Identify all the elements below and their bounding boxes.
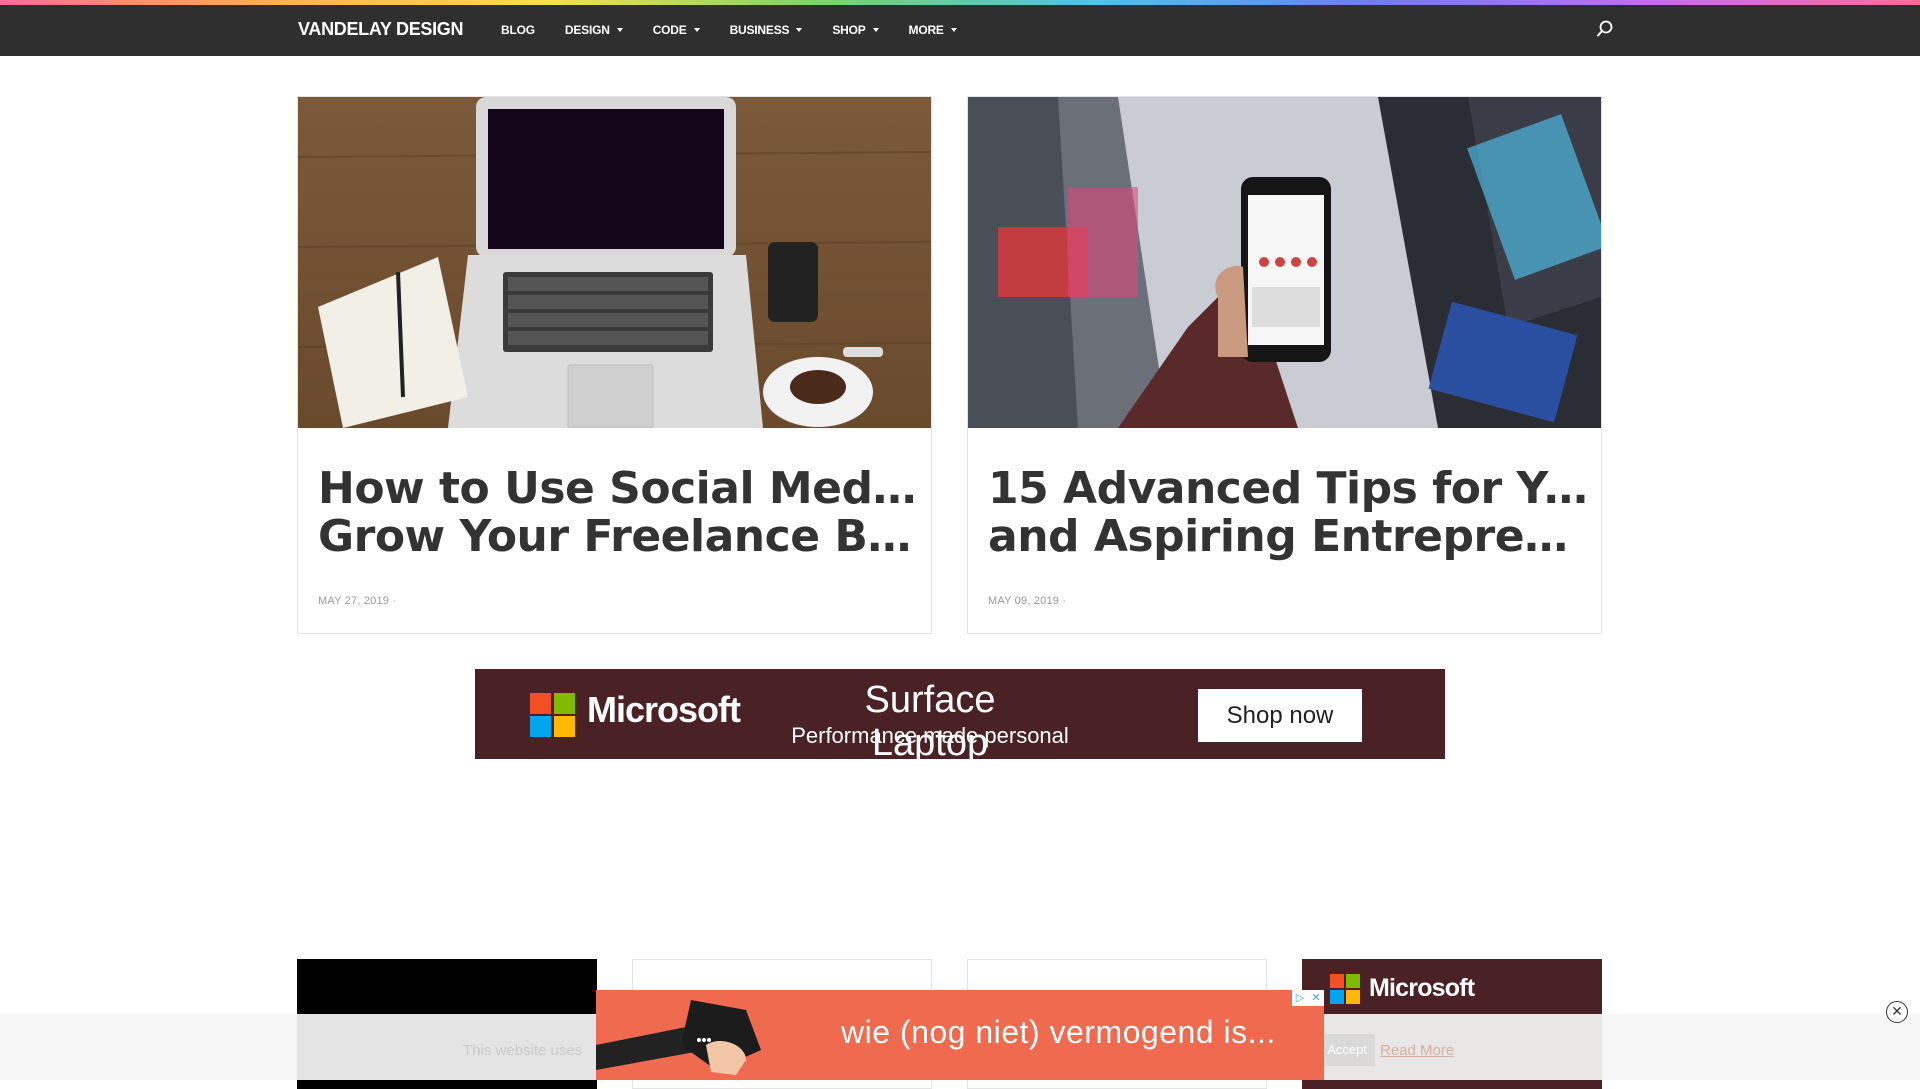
bottom-overlay-ad[interactable]: wie (nog niet) vermogend is... ▷ ✕ — [596, 990, 1324, 1080]
nav-shop[interactable]: SHOP — [832, 23, 879, 37]
read-more-link[interactable]: Read More — [1380, 1042, 1454, 1059]
microsoft-logo-icon — [530, 693, 575, 737]
article-date: MAY 27, 2019 · — [318, 595, 397, 607]
close-icon[interactable]: ✕ — [1308, 990, 1324, 1006]
main-nav: BLOG DESIGN CODE BUSINESS SHOP MORE — [501, 23, 987, 37]
ad-brand: Microsoft — [587, 689, 741, 730]
article-date: MAY 09, 2019 · — [988, 595, 1067, 607]
caret-down-icon — [616, 28, 623, 32]
article-card[interactable]: How to Use Social Media to Grow Your Fre… — [297, 96, 932, 634]
nav-more[interactable]: MORE — [909, 23, 957, 37]
microsoft-ad-banner[interactable]: Microsoft Surface Laptop Performance mad… — [475, 669, 1445, 764]
ad-brand: Microsoft — [1369, 974, 1475, 1002]
article-card[interactable]: 15 Advanced Tips for Young and Aspiring … — [967, 96, 1602, 634]
caret-down-icon — [950, 28, 957, 32]
nav-business[interactable]: BUSINESS — [730, 23, 803, 37]
nav-code[interactable]: CODE — [653, 23, 700, 37]
article-title[interactable]: How to Use Social Media to Grow Your Fre… — [318, 465, 918, 561]
navbar: VANDELAY DESIGN BLOG DESIGN CODE BUSINES… — [0, 5, 1920, 56]
caret-down-icon — [693, 28, 700, 32]
nav-design[interactable]: DESIGN — [565, 23, 623, 37]
article-image-laptop[interactable] — [298, 97, 931, 428]
microsoft-logo-icon — [1330, 974, 1360, 1004]
site-logo[interactable]: VANDELAY DESIGN — [298, 19, 464, 40]
nav-blog[interactable]: BLOG — [501, 23, 535, 37]
ad-product-title: Surface Laptop — [864, 679, 996, 764]
bottom-ad-text: wie (nog niet) vermogend is... — [841, 1014, 1276, 1050]
article-title[interactable]: 15 Advanced Tips for Young and Aspiring … — [988, 465, 1588, 561]
caret-down-icon — [872, 28, 879, 32]
adchoices-icon[interactable]: ▷ — [1292, 990, 1308, 1006]
close-ad-button[interactable]: ✕ — [1886, 1001, 1908, 1023]
adchoices-badge[interactable]: ▷ ✕ — [1292, 990, 1324, 1006]
caret-down-icon — [796, 28, 803, 32]
hand-wallet-icon — [596, 1000, 761, 1075]
cookie-text: This website uses — [463, 1042, 583, 1059]
article-image-phone-city[interactable] — [968, 97, 1601, 428]
ad-tagline: Performance made personal — [791, 723, 1069, 748]
search-icon[interactable] — [1595, 19, 1615, 39]
shop-now-button[interactable]: Shop now — [1198, 689, 1362, 742]
